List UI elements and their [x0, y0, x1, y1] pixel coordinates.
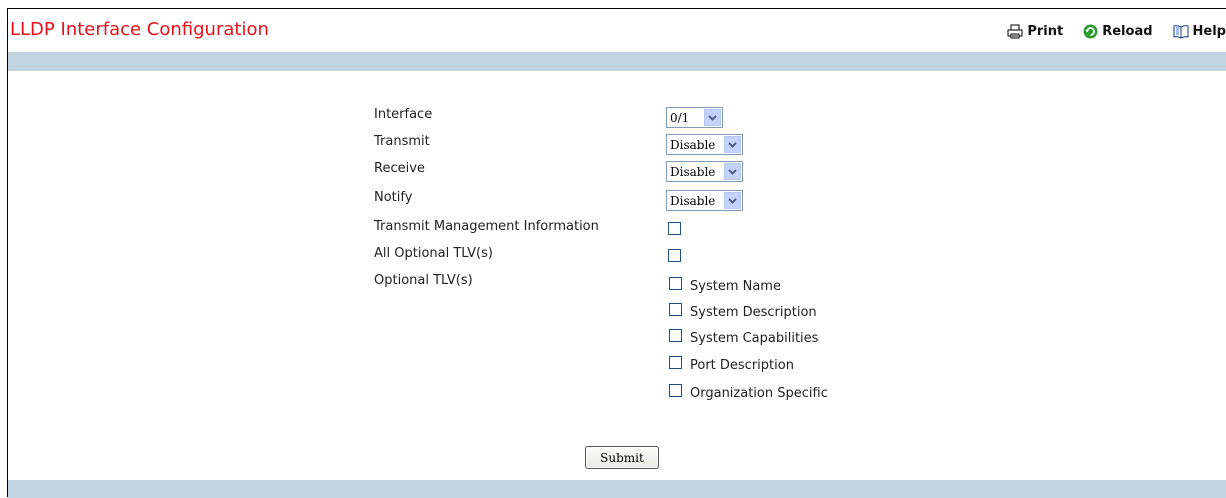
interface-select[interactable]: 0/1	[666, 107, 723, 128]
interface-value: 0/1	[670, 110, 690, 125]
system-description-checkbox[interactable]	[669, 303, 682, 316]
port-description-label: Port Description	[690, 358, 794, 373]
chevron-down-icon	[724, 136, 741, 153]
receive-select[interactable]: Disable	[666, 161, 743, 182]
notify-value: Disable	[670, 193, 716, 208]
organization-specific-label: Organization Specific	[690, 386, 828, 401]
chevron-down-icon	[724, 163, 741, 180]
port-description-checkbox[interactable]	[669, 356, 682, 369]
submit-button[interactable]: Submit	[585, 446, 659, 469]
all-optional-tlv-checkbox[interactable]	[668, 249, 681, 262]
system-name-checkbox[interactable]	[669, 277, 682, 290]
system-capabilities-label: System Capabilities	[690, 331, 819, 346]
page-frame: LLDP Interface Configuration Print Reloa…	[7, 8, 1226, 498]
transmit-mgmt-label: Transmit Management Information	[374, 219, 599, 234]
transmit-mgmt-checkbox[interactable]	[668, 222, 681, 235]
transmit-value: Disable	[670, 137, 716, 152]
chevron-down-icon	[724, 192, 741, 209]
lldp-interface-form: Interface 0/1 Transmit Disable Receive D…	[8, 9, 1226, 497]
interface-label: Interface	[374, 107, 433, 122]
transmit-select[interactable]: Disable	[666, 134, 743, 155]
transmit-label: Transmit	[374, 134, 430, 149]
notify-label: Notify	[374, 190, 413, 205]
optional-tlv-label: Optional TLV(s)	[374, 273, 473, 288]
organization-specific-checkbox[interactable]	[669, 384, 682, 397]
notify-select[interactable]: Disable	[666, 190, 743, 211]
receive-value: Disable	[670, 164, 716, 179]
system-description-label: System Description	[690, 305, 817, 320]
chevron-down-icon	[704, 109, 721, 126]
footer-band	[8, 480, 1226, 498]
all-optional-tlv-label: All Optional TLV(s)	[374, 246, 493, 261]
system-capabilities-checkbox[interactable]	[669, 329, 682, 342]
receive-label: Receive	[374, 161, 425, 176]
system-name-label: System Name	[690, 279, 781, 294]
